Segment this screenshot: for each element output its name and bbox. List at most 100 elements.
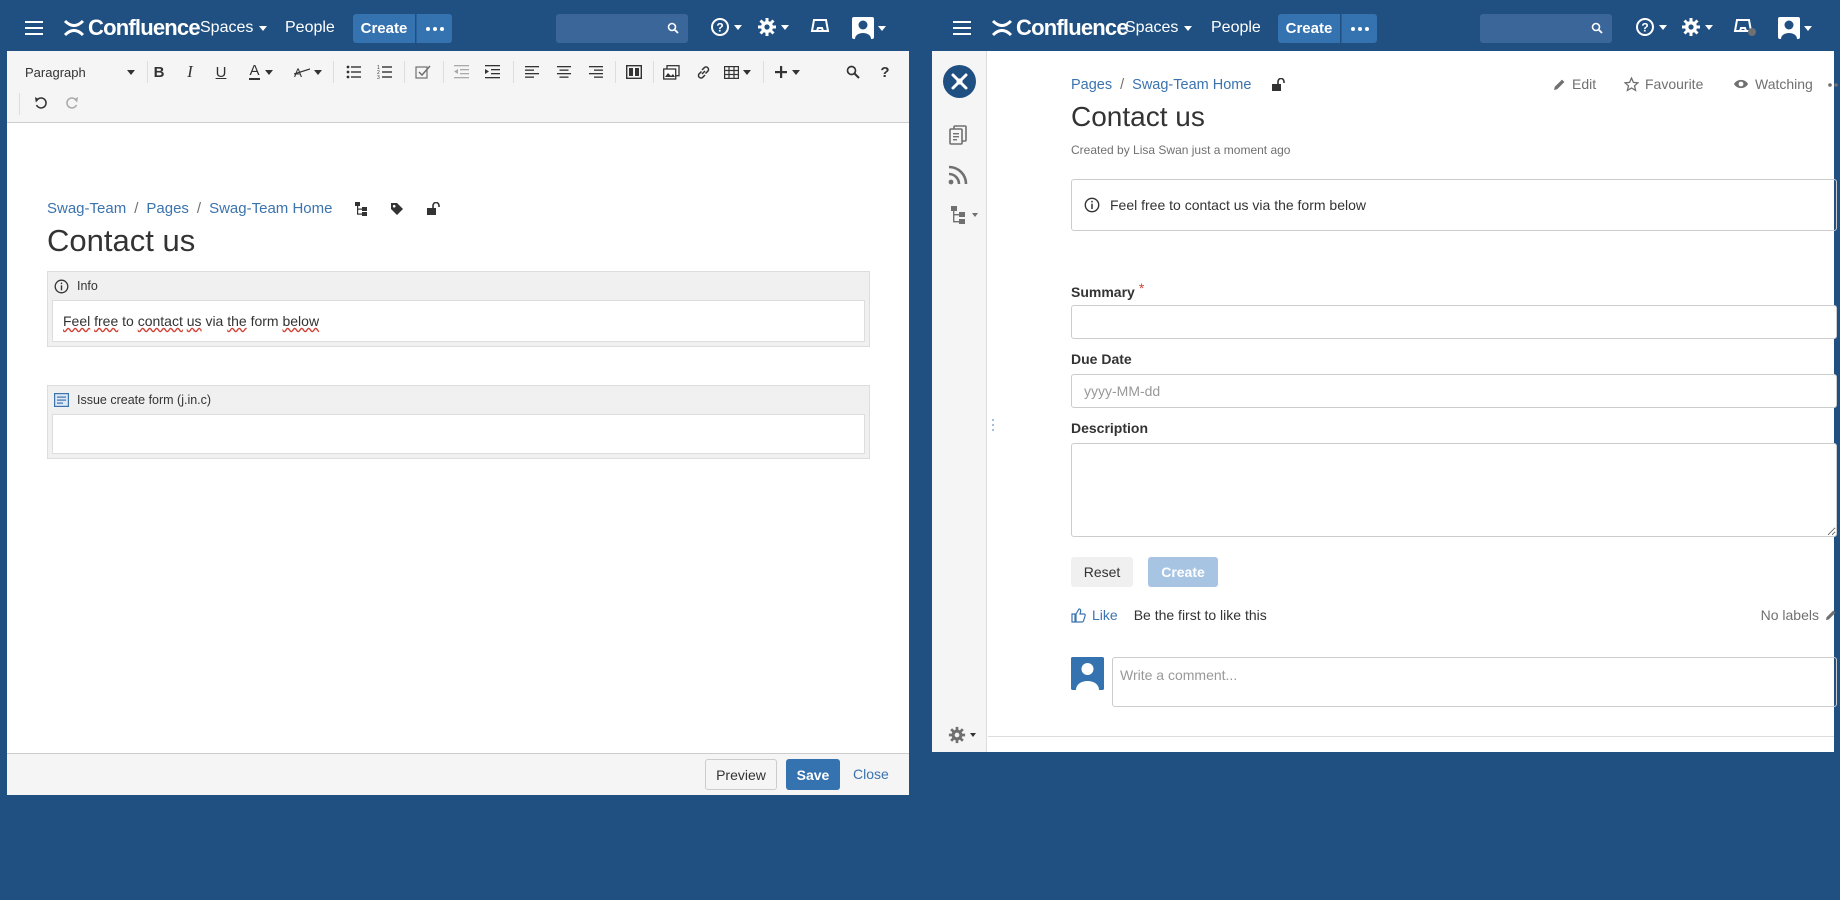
- issue-create-form-macro[interactable]: Issue create form (j.in.c): [47, 385, 870, 459]
- summary-input[interactable]: [1071, 305, 1837, 339]
- breadcrumb-item[interactable]: Swag-Team: [47, 200, 126, 217]
- people-link[interactable]: People: [1211, 19, 1261, 37]
- redo-button[interactable]: [60, 91, 84, 115]
- unlock-icon[interactable]: [1271, 78, 1286, 92]
- preview-button[interactable]: Preview: [705, 759, 777, 790]
- outdent-button[interactable]: [450, 60, 474, 84]
- edit-labels-pencil-icon[interactable]: [1825, 609, 1837, 621]
- description-textarea[interactable]: [1071, 443, 1837, 537]
- insert-more-button[interactable]: [769, 60, 805, 84]
- info-icon: [54, 279, 69, 294]
- page-layout-button[interactable]: [622, 60, 646, 84]
- insert-image-button[interactable]: [659, 60, 683, 84]
- rss-feed-icon[interactable]: [948, 165, 968, 185]
- page-title: Contact us: [1071, 101, 1205, 132]
- table-button[interactable]: [719, 60, 755, 84]
- help-menu[interactable]: ?: [710, 17, 742, 37]
- svg-text:?: ?: [1641, 21, 1648, 35]
- space-logo-icon[interactable]: [943, 65, 976, 98]
- like-thumb-icon[interactable]: [1071, 607, 1086, 623]
- save-button[interactable]: Save: [786, 759, 840, 790]
- like-button[interactable]: Like: [1092, 607, 1118, 623]
- help-menu[interactable]: ?: [1635, 17, 1667, 37]
- confluence-logo[interactable]: Confluence: [63, 13, 201, 43]
- breadcrumb-item[interactable]: Swag-Team Home: [1132, 77, 1251, 93]
- find-replace-button[interactable]: [841, 60, 865, 84]
- underline-button[interactable]: U: [209, 60, 233, 84]
- user-menu[interactable]: [1778, 17, 1812, 39]
- comment-input[interactable]: Write a comment...: [1112, 657, 1837, 707]
- notifications-button[interactable]: [1733, 17, 1757, 37]
- edit-button[interactable]: Edit: [1553, 76, 1596, 92]
- undo-button[interactable]: [29, 91, 53, 115]
- label-tag-icon[interactable]: [390, 202, 404, 216]
- notifications-icon: [810, 17, 830, 35]
- author-link[interactable]: Lisa Swan: [1133, 143, 1188, 157]
- people-link[interactable]: People: [285, 19, 335, 37]
- editor-window: Paragraph B I U A A: [7, 51, 909, 795]
- form-macro-body[interactable]: [52, 414, 865, 454]
- text-color-icon: A: [249, 62, 260, 80]
- bullet-list-button[interactable]: [342, 60, 366, 84]
- numbered-list-button[interactable]: 123: [373, 60, 397, 84]
- due-date-input[interactable]: [1071, 374, 1837, 408]
- create-more-button[interactable]: [1341, 14, 1377, 43]
- align-right-icon: [589, 66, 603, 78]
- chevron-down-icon: [259, 25, 268, 31]
- page-title[interactable]: Contact us: [47, 223, 195, 259]
- breadcrumb-item[interactable]: Pages: [1071, 77, 1112, 93]
- settings-icon: [757, 17, 777, 37]
- unlock-icon[interactable]: [426, 201, 441, 216]
- pages-icon[interactable]: [948, 124, 970, 146]
- settings-menu[interactable]: [1681, 17, 1713, 37]
- create-button[interactable]: Create: [1278, 14, 1340, 43]
- more-actions-button[interactable]: [1828, 83, 1840, 87]
- notifications-button[interactable]: [810, 17, 830, 35]
- create-button[interactable]: Create: [353, 14, 415, 43]
- reset-button[interactable]: Reset: [1071, 557, 1133, 587]
- italic-button[interactable]: I: [178, 60, 202, 84]
- search-input[interactable]: [1480, 14, 1612, 43]
- spaces-menu[interactable]: Spaces: [1125, 19, 1193, 37]
- body-word: contact: [137, 313, 183, 329]
- created-by-label: Created by: [1071, 143, 1130, 157]
- info-macro-body[interactable]: Feel free to contact us via the form bel…: [52, 300, 865, 342]
- settings-icon: [1681, 17, 1701, 37]
- link-button[interactable]: [691, 60, 715, 84]
- user-menu[interactable]: [852, 17, 886, 39]
- breadcrumb-item[interactable]: Swag-Team Home: [209, 200, 332, 217]
- page-tree-icon[interactable]: [354, 201, 368, 216]
- page-tree-icon[interactable]: [950, 206, 978, 224]
- watching-button[interactable]: Watching: [1733, 76, 1813, 92]
- bold-button[interactable]: B: [147, 60, 171, 84]
- close-button[interactable]: Close: [853, 766, 889, 782]
- chevron-down-icon: [1804, 25, 1812, 31]
- spaces-menu[interactable]: Spaces: [200, 19, 268, 37]
- window-resize-handle[interactable]: [991, 418, 995, 432]
- create-issue-button[interactable]: Create: [1148, 557, 1218, 587]
- chevron-down-icon: [970, 733, 976, 737]
- menu-icon[interactable]: [952, 17, 974, 39]
- align-left-button[interactable]: [520, 60, 544, 84]
- align-right-button[interactable]: [584, 60, 608, 84]
- keyboard-help-button[interactable]: ?: [873, 60, 897, 84]
- search-input[interactable]: [556, 14, 688, 43]
- indent-button[interactable]: [481, 60, 505, 84]
- align-center-button[interactable]: [552, 60, 576, 84]
- info-macro[interactable]: Info Feel free to contact us via the for…: [47, 271, 870, 347]
- menu-icon[interactable]: [24, 17, 46, 39]
- space-tools-icon[interactable]: [948, 726, 976, 744]
- text-color-button[interactable]: A: [242, 60, 280, 84]
- confluence-logo[interactable]: Confluence: [991, 13, 1129, 43]
- breadcrumb-item[interactable]: Pages: [146, 200, 189, 217]
- settings-menu[interactable]: [757, 17, 789, 37]
- paragraph-format-select[interactable]: Paragraph: [19, 60, 141, 84]
- people-label: People: [1211, 19, 1261, 36]
- more-formatting-button[interactable]: A: [289, 60, 327, 84]
- info-macro-title: Info: [77, 279, 98, 293]
- create-more-button[interactable]: [416, 14, 452, 43]
- toolbar-divider: [404, 61, 405, 83]
- labels-area[interactable]: No labels: [1761, 607, 1837, 623]
- favourite-button[interactable]: Favourite: [1624, 76, 1703, 92]
- task-list-button[interactable]: [411, 60, 435, 84]
